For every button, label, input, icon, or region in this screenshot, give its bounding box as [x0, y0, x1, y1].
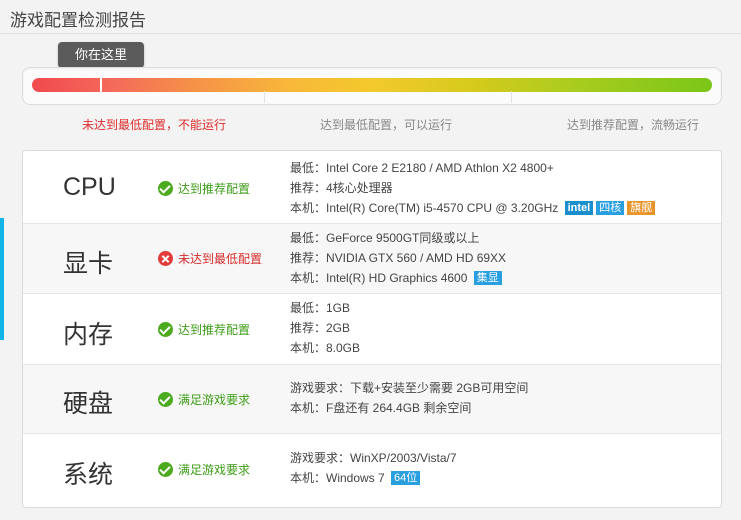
spec-lines: 游戏要求：下载+安装至少需要 2GB可用空间 本机：F盘还有 264.4GB 剩…: [290, 378, 528, 418]
meter-label-min: 达到最低配置，可以运行: [320, 118, 453, 132]
spec-min: 最低：GeForce 9500GT同级或以上: [290, 231, 480, 245]
spec-lines: 游戏要求：WinXP/2003/Vista/7 本机：Windows 7 64位: [290, 448, 457, 488]
status-badge: 满足游戏要求: [158, 461, 250, 478]
spec-recommended: 推荐：2GB: [290, 321, 351, 335]
row-title: 硬盘: [63, 390, 114, 418]
spec-min: 最低：1GB: [290, 301, 351, 315]
status-text: 满足游戏要求: [178, 393, 251, 407]
table-row-gpu: 显卡 未达到最低配置 最低：GeForce 9500GT同级或以上 推荐：NVI…: [23, 224, 721, 294]
spec-lines: 最低：1GB 推荐：2GB 本机：8.0GB: [290, 298, 360, 358]
spec-local-text: 本机：Windows 7: [290, 471, 385, 485]
check-icon: [158, 462, 173, 477]
quad-core-badge: 四核: [596, 201, 625, 215]
check-icon: [158, 392, 173, 407]
spec-min: 最低：Intel Core 2 E2180 / AMD Athlon X2 48…: [290, 161, 554, 175]
error-icon: [158, 251, 173, 266]
row-title: 内存: [63, 321, 114, 349]
spec-recommended: 推荐：NVIDIA GTX 560 / AMD HD 69XX: [290, 251, 507, 265]
spec-local: 本机：8.0GB: [290, 341, 361, 355]
spec-lines: 最低：GeForce 9500GT同级或以上 推荐：NVIDIA GTX 560…: [290, 228, 506, 288]
spec-recommended: 推荐：4核心处理器: [290, 181, 393, 195]
spec-requirement: 游戏要求：下载+安装至少需要 2GB可用空间: [290, 381, 529, 395]
performance-meter: [22, 67, 722, 105]
page-title: 游戏配置检测报告: [10, 11, 146, 30]
table-row-memory: 内存 达到推荐配置 最低：1GB 推荐：2GB 本机：8.0GB: [23, 294, 721, 365]
status-text: 达到推荐配置: [178, 323, 251, 337]
spec-local: 本机：Windows 7 64位: [290, 468, 457, 488]
row-title: CPU: [63, 173, 116, 201]
check-icon: [158, 322, 173, 337]
status-badge: 满足游戏要求: [158, 391, 250, 408]
intel-logo-badge: intel: [564, 201, 594, 215]
check-icon: [158, 181, 173, 196]
spec-local: 本机：Intel(R) Core(TM) i5-4570 CPU @ 3.20G…: [290, 198, 656, 218]
status-badge: 达到推荐配置: [158, 321, 250, 338]
spec-local-text: 本机：Intel(R) HD Graphics 4600: [290, 271, 468, 285]
spec-lines: 最低：Intel Core 2 E2180 / AMD Athlon X2 48…: [290, 158, 656, 218]
spec-local: 本机：Intel(R) HD Graphics 4600 集显: [290, 268, 506, 288]
table-row-os: 系统 满足游戏要求 游戏要求：WinXP/2003/Vista/7 本机：Win…: [23, 434, 721, 506]
status-text: 达到推荐配置: [178, 182, 251, 196]
spec-local-text: 本机：Intel(R) Core(TM) i5-4570 CPU @ 3.20G…: [290, 201, 559, 215]
side-scroll-indicator[interactable]: [0, 218, 4, 340]
report-header: 游戏配置检测报告: [0, 0, 741, 34]
row-title: 显卡: [63, 250, 114, 278]
spec-local: 本机：F盘还有 264.4GB 剩余空间: [290, 401, 472, 415]
you-are-here-tooltip: 你在这里: [58, 42, 144, 73]
64bit-badge: 64位: [391, 471, 421, 485]
status-text: 未达到最低配置: [178, 252, 263, 266]
status-badge: 达到推荐配置: [158, 180, 250, 197]
status-badge: 未达到最低配置: [158, 250, 262, 267]
spec-table: CPU 达到推荐配置 最低：Intel Core 2 E2180 / AMD A…: [22, 150, 722, 508]
meter-label-recommended: 达到推荐配置，流畅运行: [567, 118, 700, 132]
meter-divider-recommended: [511, 91, 512, 103]
meter-divider-min: [264, 91, 265, 103]
status-text: 满足游戏要求: [178, 463, 251, 477]
spec-requirement: 游戏要求：WinXP/2003/Vista/7: [290, 451, 457, 465]
row-title: 系统: [63, 461, 114, 489]
current-position-marker: [100, 78, 102, 92]
performance-gradient-bar: [32, 78, 712, 92]
integrated-gpu-badge: 集显: [473, 271, 502, 285]
table-row-disk: 硬盘 满足游戏要求 游戏要求：下载+安装至少需要 2GB可用空间 本机：F盘还有…: [23, 365, 721, 434]
meter-label-below-min: 未达到最低配置，不能运行: [82, 118, 227, 132]
flagship-badge: 旗舰: [627, 201, 656, 215]
table-row-cpu: CPU 达到推荐配置 最低：Intel Core 2 E2180 / AMD A…: [23, 151, 721, 224]
